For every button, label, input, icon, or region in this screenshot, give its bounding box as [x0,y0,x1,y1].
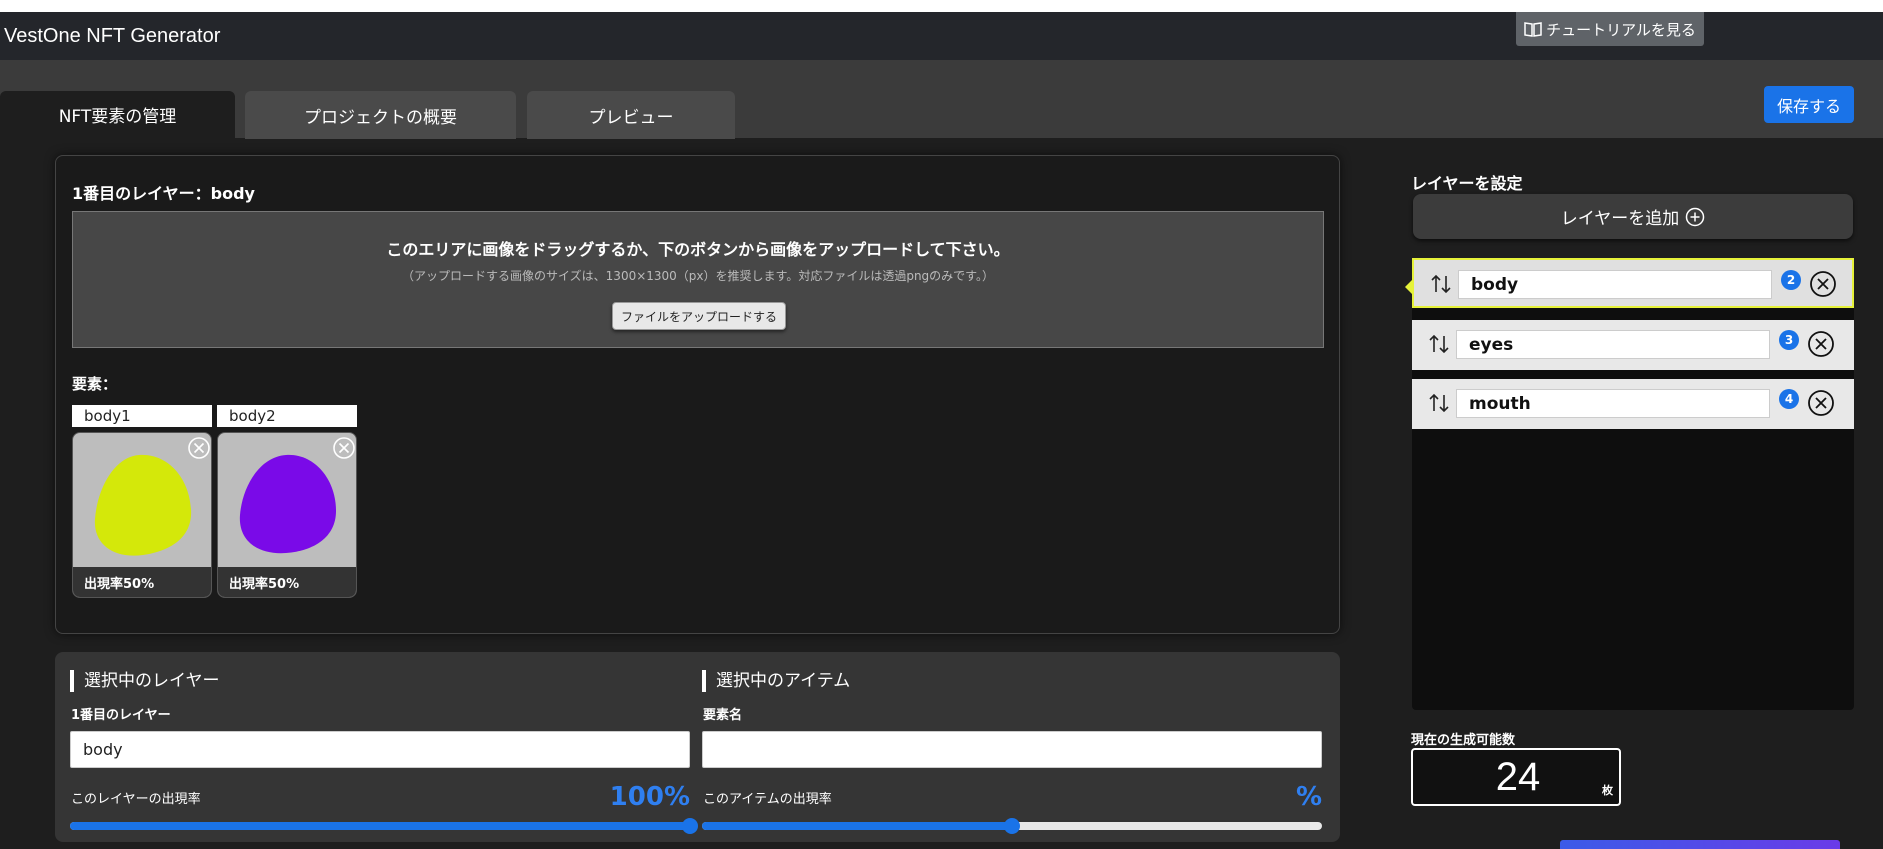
element-card[interactable]: 出現率50% [72,432,212,598]
layer-item[interactable]: body 2 [1412,258,1854,308]
layer-rate-label: このレイヤーの出現率 [71,792,201,807]
delete-layer-icon[interactable] [1809,270,1837,298]
element-card[interactable]: 出現率50% [217,432,357,598]
layer-name-input[interactable]: body [1458,270,1772,299]
book-icon [1524,22,1542,37]
elements-label: 要素： [72,375,118,393]
delete-layer-icon[interactable] [1807,389,1835,417]
layer-panel: 1番目のレイヤー：body このエリアに画像をドラッグするか、下のボタンから画像… [55,155,1340,634]
selected-item-title: 選択中のアイテム [702,670,850,692]
element-rate: 出現率50% [218,567,356,597]
dropzone-title: このエリアに画像をドラッグするか、下のボタンから画像をアップロードして下さい。 [386,240,1010,259]
generatable-count-box: 24 枚 [1411,748,1621,806]
generate-button-edge[interactable] [1560,840,1840,849]
tab-nft-elements[interactable]: NFT要素の管理 [0,91,235,138]
delete-layer-icon[interactable] [1807,330,1835,358]
layer-item[interactable]: mouth 4 [1412,379,1854,429]
item-rate-slider[interactable] [702,818,1322,834]
remove-element-icon[interactable] [187,436,211,460]
layer-rate-value: 100% [609,782,690,812]
layer-settings-title: レイヤーを設定 [1411,174,1523,193]
tutorial-button[interactable]: チュートリアルを見る [1516,12,1704,46]
tab-project-overview[interactable]: プロジェクトの概要 [245,91,516,139]
layer-item[interactable]: eyes 3 [1412,320,1854,370]
element-thumbnail [239,454,336,554]
dropzone-subtitle: （アップロードする画像のサイズは、1300×1300（px）を推奨します。対応フ… [402,269,994,283]
layer-field-label: 1番目のレイヤー [71,708,171,723]
layer-name-field[interactable]: body [70,731,690,768]
layer-order-badge: 3 [1779,330,1799,350]
add-layer-label: レイヤーを追加 [1560,209,1680,228]
element-thumbnail [94,454,192,556]
element-name-input[interactable]: body2 [217,405,357,427]
element-name-input[interactable]: body1 [72,405,212,427]
item-rate-slider-thumb[interactable] [1004,818,1020,834]
layer-name-input[interactable]: eyes [1456,330,1770,359]
browser-top-edge [0,0,1883,12]
upload-file-button[interactable]: ファイルをアップロードする [612,302,786,330]
element-rate: 出現率50% [73,567,211,597]
item-rate-slider-fill [702,822,1012,830]
layer-order-badge: 4 [1779,389,1799,409]
tutorial-button-label: チュートリアルを見る [1546,21,1696,39]
sort-handle-icon[interactable] [1428,391,1450,415]
add-layer-button[interactable]: レイヤーを追加 [1413,194,1853,239]
sort-handle-icon[interactable] [1428,332,1450,356]
save-button[interactable]: 保存する [1764,86,1854,123]
layer-name-input[interactable]: mouth [1456,389,1770,418]
layer-heading: 1番目のレイヤー：body [72,184,255,203]
item-name-field[interactable] [702,731,1322,768]
image-dropzone[interactable]: このエリアに画像をドラッグするか、下のボタンから画像をアップロードして下さい。 … [72,211,1324,348]
selected-layer-title: 選択中のレイヤー [70,670,220,692]
item-field-label: 要素名 [703,708,743,723]
selection-settings-panel: 選択中のレイヤー 1番目のレイヤー body このレイヤーの出現率 100% 選… [55,652,1340,842]
generatable-count-value: 24 [1495,755,1541,799]
item-rate-label: このアイテムの出現率 [703,792,832,807]
plus-circle-icon [1686,207,1705,226]
layer-rate-slider[interactable] [70,818,698,834]
selected-layer-pointer [1405,279,1413,295]
generatable-count-unit: 枚 [1602,784,1613,797]
layer-order-badge: 2 [1781,270,1801,290]
sort-handle-icon[interactable] [1430,272,1452,296]
item-rate-value: % [1295,782,1322,812]
app-title: VestOne NFT Generator [4,25,221,47]
layer-rate-slider-thumb[interactable] [682,818,698,834]
remove-element-icon[interactable] [332,436,356,460]
layer-list: body 2 eyes 3 mouth 4 [1412,258,1854,710]
layer-rate-slider-fill [70,822,690,830]
tab-preview[interactable]: プレビュー [527,91,735,139]
generatable-count-label: 現在の生成可能数 [1411,733,1516,748]
